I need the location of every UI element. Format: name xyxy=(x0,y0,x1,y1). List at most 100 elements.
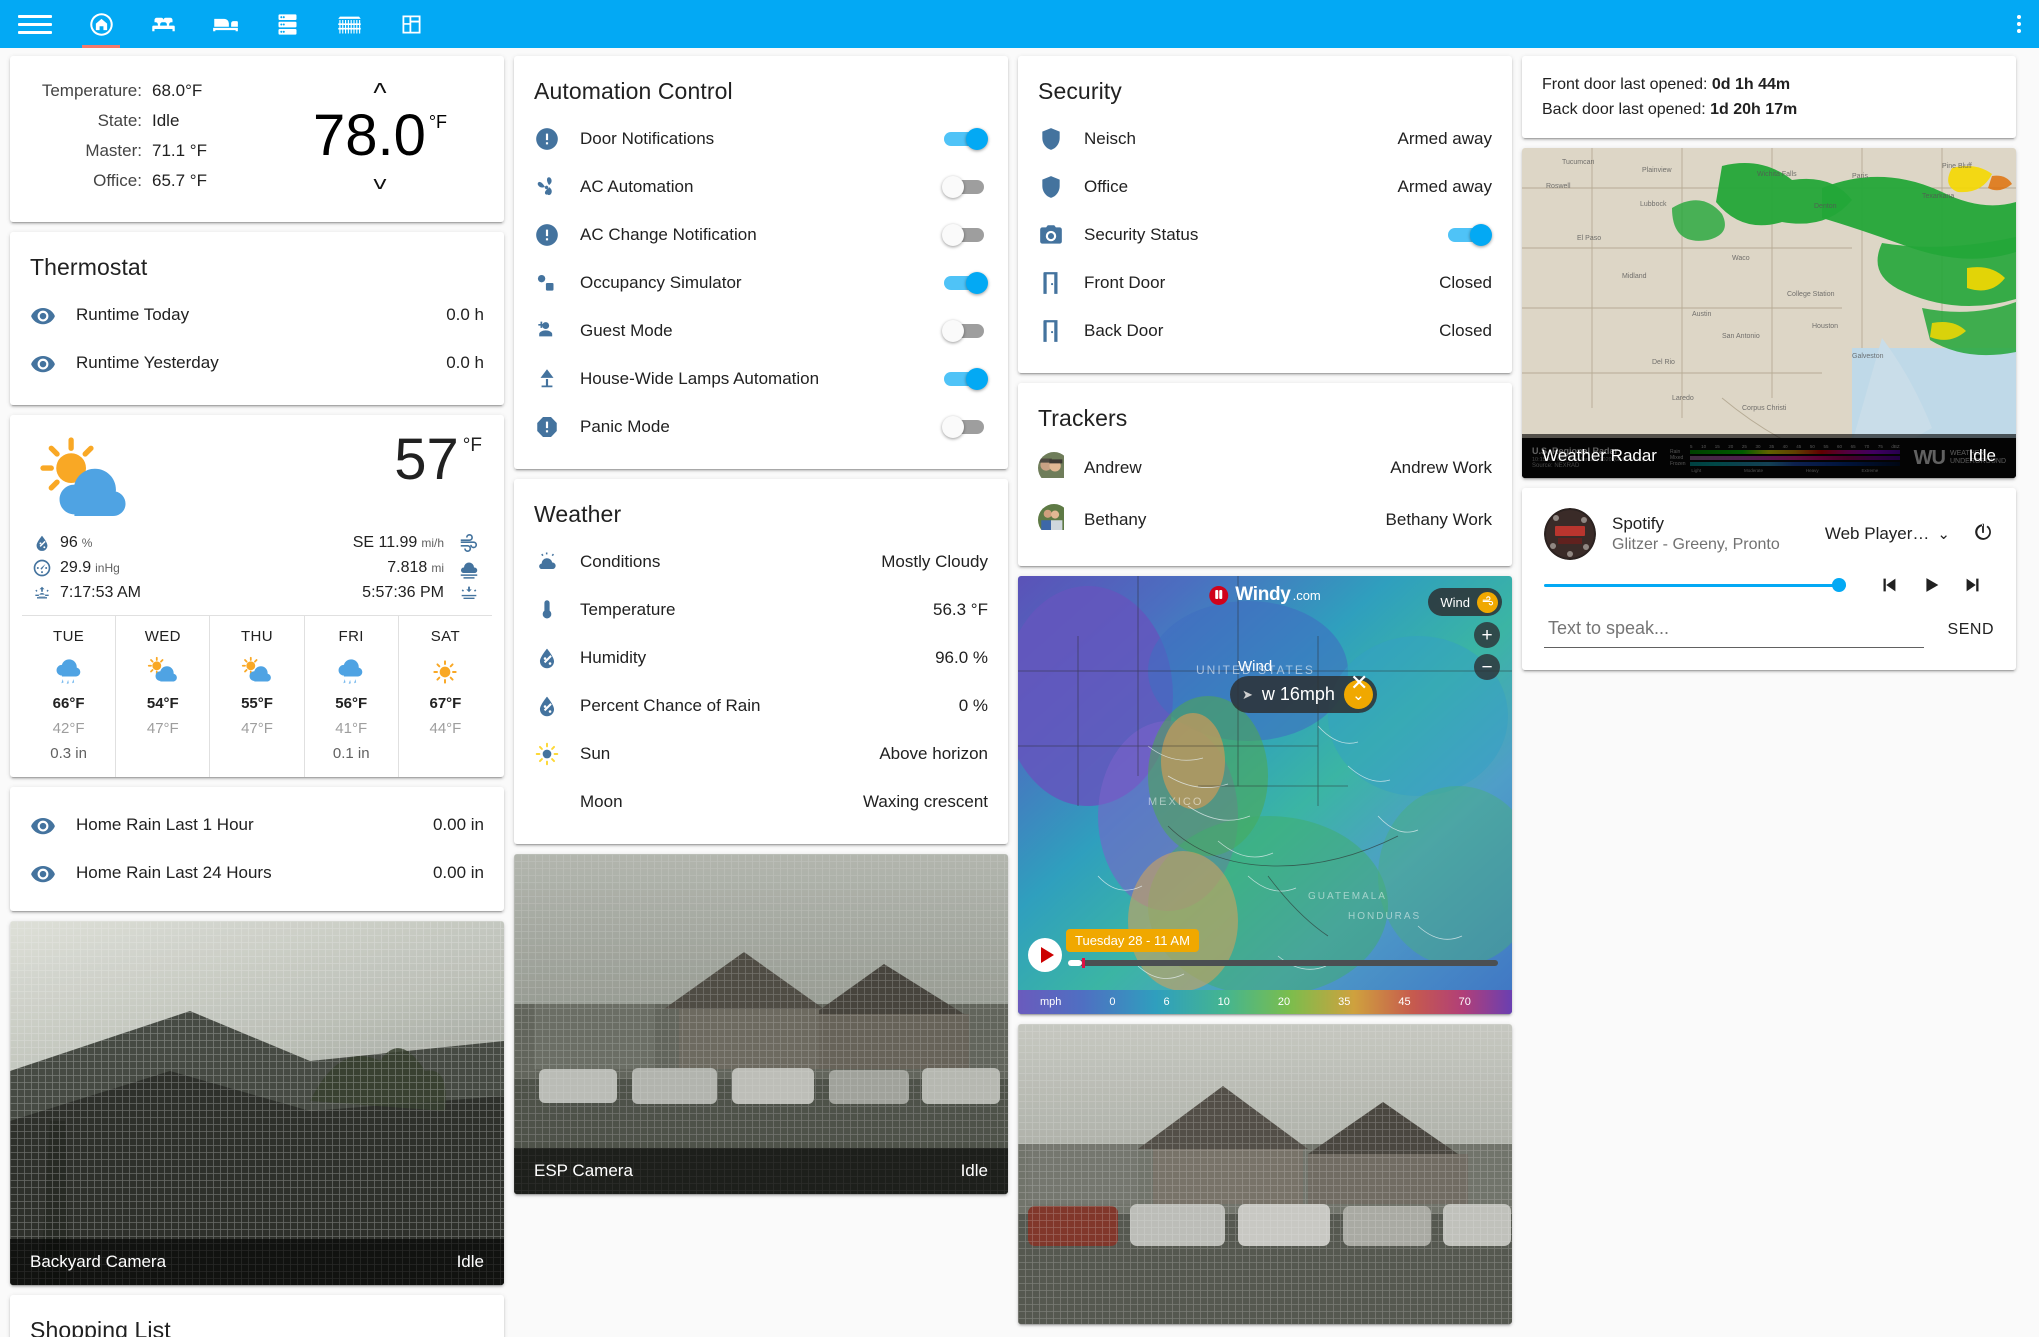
tab-fence[interactable] xyxy=(318,0,380,48)
dashboard-columns: Temperature: 68.0°F State: Idle Master: 71.… xyxy=(0,48,2039,1337)
automation-toggle[interactable] xyxy=(942,176,988,198)
previous-track-button[interactable] xyxy=(1868,574,1910,596)
backyard-camera-card[interactable]: Backyard Camera Idle xyxy=(10,921,504,1285)
security-row-office[interactable]: Office Armed away xyxy=(1038,163,1492,211)
more-vertical-icon[interactable] xyxy=(2017,15,2021,33)
thermostat-summary-card: Temperature: 68.0°F State: Idle Master: 71.… xyxy=(10,56,504,222)
entity-name: Sun xyxy=(580,744,611,763)
door-icon xyxy=(1038,270,1084,296)
tab-home[interactable] xyxy=(70,0,132,48)
visibility-value: 7.818 xyxy=(387,558,428,576)
entity-row[interactable]: Home Rain Last 24 Hours 0.00 in xyxy=(30,849,484,897)
close-icon[interactable]: ✕ xyxy=(1350,672,1368,694)
automation-row-ac-change-notification[interactable]: AC Change Notification xyxy=(534,211,988,259)
automation-toggle[interactable] xyxy=(942,272,988,294)
weather-radar-card[interactable]: Roswell Plainview Lubbock Wichita Falls Den… xyxy=(1522,148,2016,478)
security-row-security-status[interactable]: Security Status xyxy=(1038,211,1492,259)
entity-row[interactable]: Sun Above horizon xyxy=(534,730,988,778)
tracker-row-andrew[interactable]: Andrew Andrew Work xyxy=(1038,442,1492,494)
automation-row-guest-mode[interactable]: Guest Mode xyxy=(534,307,988,355)
media-player-card: Spotify Glitzer - Greeny, Pronto Web Pla… xyxy=(1522,488,2016,670)
rainy-icon xyxy=(305,651,398,693)
windy-map-card[interactable]: Windy .com Wind + − UNITED STATES MEXICO… xyxy=(1018,576,1512,1014)
wind-icon xyxy=(456,532,482,554)
power-button[interactable] xyxy=(1972,521,1994,548)
svg-text:El Paso: El Paso xyxy=(1577,235,1601,242)
card-title: Automation Control xyxy=(534,78,733,104)
alert-circle-icon xyxy=(534,126,580,152)
chevron-down-icon[interactable]: ^ xyxy=(373,164,386,195)
automation-toggle[interactable] xyxy=(942,320,988,342)
svg-text:Laredo: Laredo xyxy=(1672,395,1694,402)
attribute-row: State: Idle xyxy=(34,106,280,136)
automation-toggle[interactable] xyxy=(942,368,988,390)
play-button[interactable] xyxy=(1910,574,1952,596)
windy-zoom-in-button[interactable]: + xyxy=(1474,622,1500,648)
tab-bedroom[interactable] xyxy=(194,0,256,48)
tts-input[interactable] xyxy=(1544,612,1924,648)
sofa-icon xyxy=(151,17,175,31)
tts-send-button[interactable]: SEND xyxy=(1924,621,1994,639)
security-state: Armed away xyxy=(1397,177,1492,196)
front-door-label: Front door last opened: xyxy=(1542,76,1708,93)
app-toolbar xyxy=(0,0,2039,48)
trackers-card: Trackers Andrew Andrew Work Bethany Beth… xyxy=(1018,383,1512,566)
attr-key: State: xyxy=(97,111,142,130)
tab-floorplan[interactable] xyxy=(380,0,442,48)
motion-sensor-icon xyxy=(534,270,580,296)
attr-key: Master: xyxy=(85,141,142,160)
tracker-name: Andrew xyxy=(1084,458,1142,477)
card-title: Weather xyxy=(534,501,622,527)
entity-value: 0.0 h xyxy=(446,353,484,372)
automation-row-ac-automation[interactable]: AC Automation xyxy=(534,163,988,211)
automation-label: House-Wide Lamps Automation xyxy=(580,369,820,388)
forecast-high: 56°F xyxy=(335,695,368,712)
server-icon xyxy=(278,13,296,35)
back-door-label: Back door last opened: xyxy=(1542,101,1706,118)
automation-toggle[interactable] xyxy=(942,416,988,438)
entity-name: Humidity xyxy=(580,648,647,667)
windy-layer-chip[interactable]: Wind xyxy=(1428,588,1502,616)
tracker-row-bethany[interactable]: Bethany Bethany Work xyxy=(1038,494,1492,546)
entity-row[interactable]: Humidity 96.0 % xyxy=(534,634,988,682)
esp-camera-card[interactable]: ESP Camera Idle xyxy=(514,854,1008,1194)
security-status-toggle[interactable] xyxy=(1446,224,1492,246)
security-row-front-door[interactable]: Front Door Closed xyxy=(1038,259,1492,307)
entity-row[interactable]: Percent Chance of Rain 0 % xyxy=(534,682,988,730)
automation-row-panic-mode[interactable]: Panic Mode xyxy=(534,403,988,451)
weather-condition-icon xyxy=(32,431,162,526)
windy-play-button[interactable] xyxy=(1028,938,1062,972)
entity-name: Runtime Yesterday xyxy=(76,353,219,372)
entity-row[interactable]: Conditions Mostly Cloudy xyxy=(534,538,988,586)
automation-row-occupancy-simulator[interactable]: Occupancy Simulator xyxy=(534,259,988,307)
entity-value: Above horizon xyxy=(879,744,988,763)
windy-timeline[interactable] xyxy=(1068,958,1498,968)
shopping-list-card: Shopping List xyxy=(10,1295,504,1337)
automation-row-house-wide-lamps[interactable]: House-Wide Lamps Automation xyxy=(534,355,988,403)
entity-row[interactable]: Temperature 56.3 °F xyxy=(534,586,988,634)
automation-toggle[interactable] xyxy=(942,224,988,246)
media-source-select[interactable]: Web Player… ⌄ xyxy=(1825,524,1950,544)
forecast-day: FRI 56°F 41°F 0.1 in xyxy=(305,616,399,777)
windy-zoom-out-button[interactable]: − xyxy=(1474,654,1500,680)
next-track-button[interactable] xyxy=(1952,574,1994,596)
home-icon xyxy=(89,12,113,36)
entity-row[interactable]: Runtime Today 0.0 h xyxy=(30,291,484,339)
tab-server[interactable] xyxy=(256,0,318,48)
automation-row-door-notifications[interactable]: Door Notifications xyxy=(534,115,988,163)
automation-label: AC Change Notification xyxy=(580,225,757,244)
tracker-location: Andrew Work xyxy=(1390,458,1492,477)
security-row-back-door[interactable]: Back Door Closed xyxy=(1038,307,1492,355)
front-camera-card[interactable] xyxy=(1018,1024,1512,1324)
volume-slider[interactable] xyxy=(1544,574,1846,596)
security-row-neisch[interactable]: Neisch Armed away xyxy=(1038,115,1492,163)
entity-row[interactable]: Moon Waxing crescent xyxy=(534,778,988,826)
tab-living-room[interactable] xyxy=(132,0,194,48)
play-icon xyxy=(1040,947,1054,963)
automation-toggle[interactable] xyxy=(942,128,988,150)
hamburger-menu-icon[interactable] xyxy=(18,7,52,41)
entity-name: Home Rain Last 24 Hours xyxy=(76,863,272,882)
entity-row[interactable]: Home Rain Last 1 Hour 0.00 in xyxy=(30,801,484,849)
forecast-high: 66°F xyxy=(52,695,85,712)
entity-row[interactable]: Runtime Yesterday 0.0 h xyxy=(30,339,484,387)
